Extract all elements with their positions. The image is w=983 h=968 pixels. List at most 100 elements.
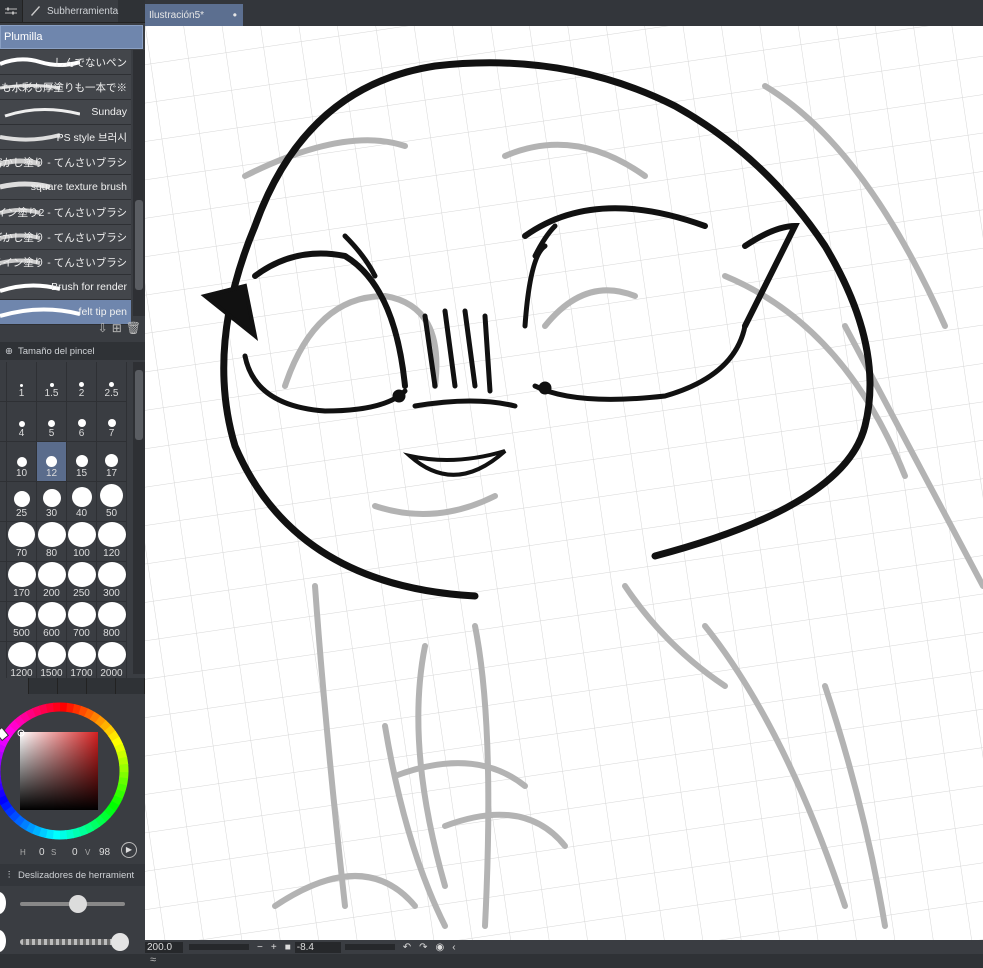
brush-item[interactable]: Sunday [0, 100, 131, 125]
hue-ring-segment[interactable] [116, 749, 128, 760]
hue-ring-segment[interactable] [0, 794, 9, 806]
brush-size-cell[interactable]: 800 [97, 602, 127, 642]
color-wheel-tab[interactable] [0, 678, 29, 694]
brush-item[interactable]: も水彩も厚塗りも一本で※ [0, 75, 131, 100]
hue-ring-segment[interactable] [78, 705, 89, 718]
size-slider[interactable] [20, 895, 125, 913]
hue-ring-segment[interactable] [0, 788, 6, 798]
brush-size-cell[interactable]: 200 [37, 562, 67, 602]
play-icon[interactable]: ▶ [121, 842, 137, 858]
brush-size-cell[interactable]: 17 [97, 442, 127, 482]
brush-size-cell[interactable]: 5 [37, 402, 67, 442]
hue-ring-segment[interactable] [44, 828, 54, 840]
hue-ring-segment[interactable] [0, 799, 12, 812]
brush-size-cell[interactable]: 120 [97, 522, 127, 562]
approximate-color-tab[interactable] [116, 678, 145, 694]
rotate-right-icon[interactable]: ↷ [419, 942, 427, 953]
brush-size-cell[interactable]: 2000 [97, 642, 127, 682]
hue-ring-segment[interactable] [104, 725, 117, 737]
hue-ring-segment[interactable] [8, 809, 21, 822]
brush-size-scroll-thumb[interactable] [135, 370, 143, 440]
brush-size-cell[interactable]: 50 [97, 482, 127, 522]
intermediate-color-tab[interactable] [87, 678, 116, 694]
color-slider-tab[interactable] [58, 678, 87, 694]
import-icon[interactable]: ⇩ [98, 321, 108, 335]
brush-list-scroll-thumb[interactable] [135, 200, 143, 290]
hue-ring-segment[interactable] [37, 827, 48, 839]
brush-size-cell[interactable]: 300 [97, 562, 127, 602]
brush-size-cell[interactable]: 1200 [7, 642, 37, 682]
hue-ring-segment[interactable] [117, 777, 129, 787]
hue-ring-segment[interactable] [24, 821, 36, 834]
opacity-slider[interactable] [20, 933, 129, 951]
bottom-scrollbar[interactable]: ≈ [0, 954, 983, 968]
brush-size-cell[interactable]: 7 [97, 402, 127, 442]
brush-size-cell[interactable]: 250 [67, 562, 97, 602]
brush-list-scrollbar[interactable] [133, 50, 145, 316]
tool-property-tab-icon[interactable] [0, 0, 23, 22]
hue-ring-segment[interactable] [84, 708, 96, 721]
hue-ring-segment[interactable] [118, 756, 129, 766]
brush-item[interactable]: 溶かし塗り - てんさいブラシ [0, 150, 131, 175]
hue-ring-segment[interactable] [98, 810, 111, 823]
fit-icon[interactable]: ■ [285, 942, 291, 953]
hue-ring-segment[interactable] [4, 724, 17, 737]
brush-size-cell[interactable]: 12 [37, 442, 67, 482]
rotate-left-icon[interactable]: ↶ [403, 942, 411, 953]
brush-size-cell[interactable]: 1.5 [37, 362, 67, 402]
reset-rotation-icon[interactable]: ◉ [436, 942, 445, 953]
rotation-slider[interactable] [344, 944, 395, 950]
scroll-left-icon[interactable]: ‹ [452, 942, 455, 953]
rotation-field[interactable]: -8.4 [294, 941, 341, 953]
hue-ring-segment[interactable] [14, 714, 26, 727]
hue-ring-segment[interactable] [83, 822, 95, 835]
brush-size-cell[interactable]: 2 [67, 362, 97, 402]
tab-subtool[interactable]: Subherramienta [23, 0, 119, 22]
brush-item[interactable]: ロメイン塗り - てんさいブラシ [0, 250, 131, 275]
hue-ring-segment[interactable] [99, 720, 112, 733]
hue-ring-segment[interactable] [103, 805, 116, 818]
trash-icon[interactable]: 🗑 [126, 321, 141, 335]
brush-size-cell[interactable]: 500 [7, 602, 37, 642]
hue-ring-segment[interactable] [25, 707, 37, 720]
hue-ring-segment[interactable] [94, 715, 107, 728]
brush-size-cell[interactable]: 40 [67, 482, 97, 522]
hue-ring-segment[interactable] [31, 824, 42, 837]
document-tab[interactable]: Ilustración5* • [145, 4, 243, 26]
brush-size-cell[interactable]: 700 [67, 602, 97, 642]
brush-size-cell[interactable]: 100 [67, 522, 97, 562]
brush-size-cell[interactable]: 1500 [37, 642, 67, 682]
brush-size-cell[interactable]: 170 [7, 562, 37, 602]
brush-item[interactable]: しんでないペン [0, 50, 131, 75]
hue-ring-segment[interactable] [19, 711, 32, 723]
collapse-icon[interactable]: ≈ [150, 954, 156, 966]
hue-ring-segment[interactable] [65, 829, 75, 840]
hue-ring-segment[interactable] [88, 819, 101, 831]
hue-ring-segment[interactable] [113, 789, 126, 800]
subtool-group-header[interactable]: Plumilla [0, 25, 143, 49]
color-wheel[interactable] [0, 694, 145, 844]
close-dot-icon[interactable]: • [233, 8, 237, 22]
brush-size-cell[interactable]: 70 [7, 522, 37, 562]
hue-ring-segment[interactable] [32, 705, 43, 717]
size-slider-knob[interactable] [68, 895, 87, 913]
hue-ring-segment[interactable] [72, 703, 83, 715]
hue-ring-segment[interactable] [13, 814, 26, 827]
hue-ring-segment[interactable] [0, 743, 7, 753]
hue-ring-segment[interactable] [111, 736, 124, 748]
brush-size-cell[interactable]: 1 [7, 362, 37, 402]
hue-ring-segment[interactable] [9, 719, 22, 732]
brush-size-cell[interactable]: 6 [67, 402, 97, 442]
hue-ring-segment[interactable] [3, 805, 16, 817]
brush-item[interactable]: メイン塗り2 - てんさいブラシ [0, 200, 131, 225]
brush-size-scrollbar[interactable] [133, 362, 145, 674]
hue-ring-segment[interactable] [89, 711, 102, 724]
brush-size-cell[interactable]: 1700 [67, 642, 97, 682]
brush-item[interactable]: PS style 브러시 [0, 125, 131, 150]
hue-ring-segment[interactable] [66, 702, 76, 714]
hue-ring-segment[interactable] [116, 783, 128, 794]
brush-item[interactable]: square texture brush [0, 175, 131, 200]
hue-ring-segment[interactable] [94, 815, 106, 828]
brush-size-cell[interactable]: 15 [67, 442, 97, 482]
drawing-canvas[interactable] [145, 26, 983, 940]
